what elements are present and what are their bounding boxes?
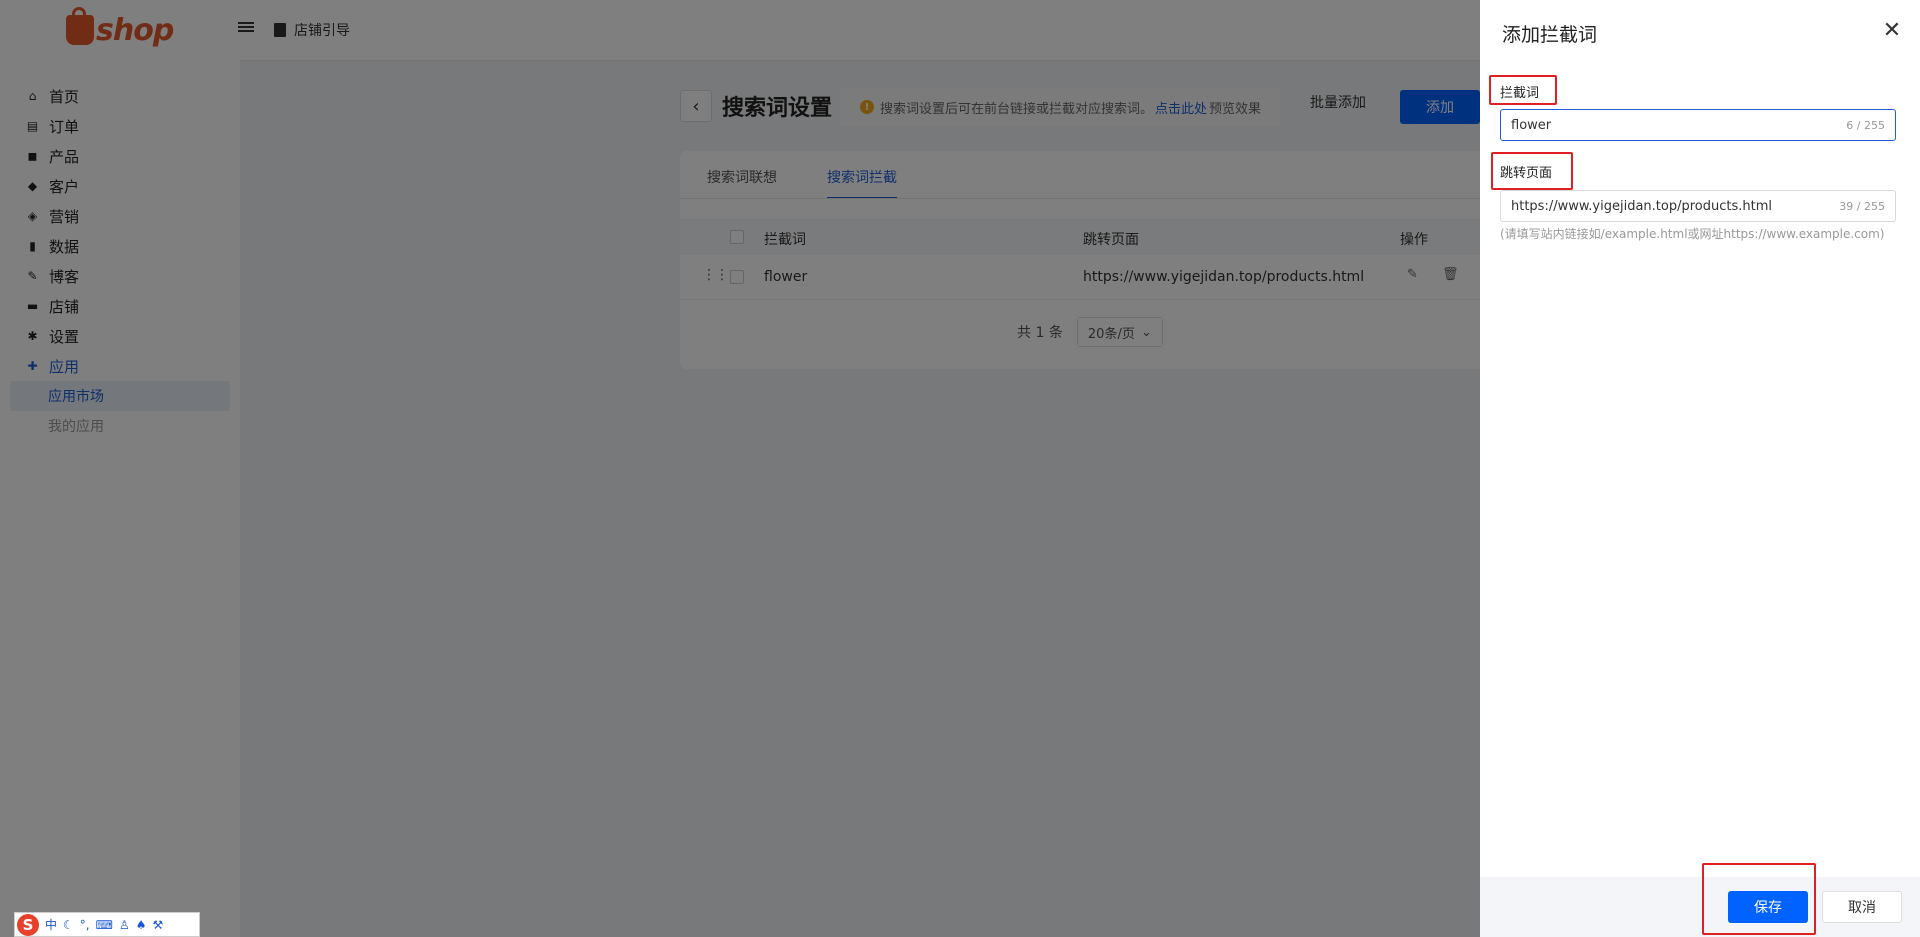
redirect-hint: (请填写站内链接如/example.html或网址https://www.exa… — [1500, 227, 1885, 241]
moon-icon[interactable]: ☾ — [63, 918, 74, 932]
redirect-page-input[interactable]: https://www.yigejidan.top/products.html … — [1500, 190, 1896, 222]
keyboard-icon[interactable]: ⌨ — [96, 918, 113, 932]
close-icon[interactable]: ✕ — [1880, 18, 1904, 43]
add-block-word-drawer: 添加拦截词 ✕ 拦截词 flower 6 / 255 跳转页面 https://… — [1480, 0, 1920, 937]
redirect-page-count: 39 / 255 — [1839, 199, 1885, 213]
ime-toolbar: S 中 ☾ °, ⌨ ♙ ♠ ⚒ — [14, 912, 200, 937]
block-word-input[interactable]: flower 6 / 255 — [1500, 109, 1896, 141]
punctuation-icon[interactable]: °, — [80, 918, 90, 932]
drawer-footer: 保存 取消 — [1480, 863, 1920, 937]
wrench-icon[interactable]: ⚒ — [152, 918, 163, 932]
cancel-button[interactable]: 取消 — [1822, 891, 1902, 923]
sogou-logo-icon[interactable]: S — [17, 913, 39, 936]
save-button[interactable]: 保存 — [1728, 891, 1808, 923]
word-label: 拦截词 — [1500, 86, 1540, 101]
skin-icon[interactable]: ♠ — [136, 918, 147, 932]
ime-lang-toggle[interactable]: 中 — [45, 916, 57, 933]
drawer-title: 添加拦截词 — [1502, 24, 1598, 46]
block-word-value: flower — [1511, 117, 1552, 133]
redirect-page-label: 跳转页面 — [1500, 166, 1553, 181]
block-word-count: 6 / 255 — [1846, 118, 1885, 132]
redirect-page-value: https://www.yigejidan.top/products.html — [1511, 198, 1773, 214]
user-icon[interactable]: ♙ — [119, 918, 130, 932]
